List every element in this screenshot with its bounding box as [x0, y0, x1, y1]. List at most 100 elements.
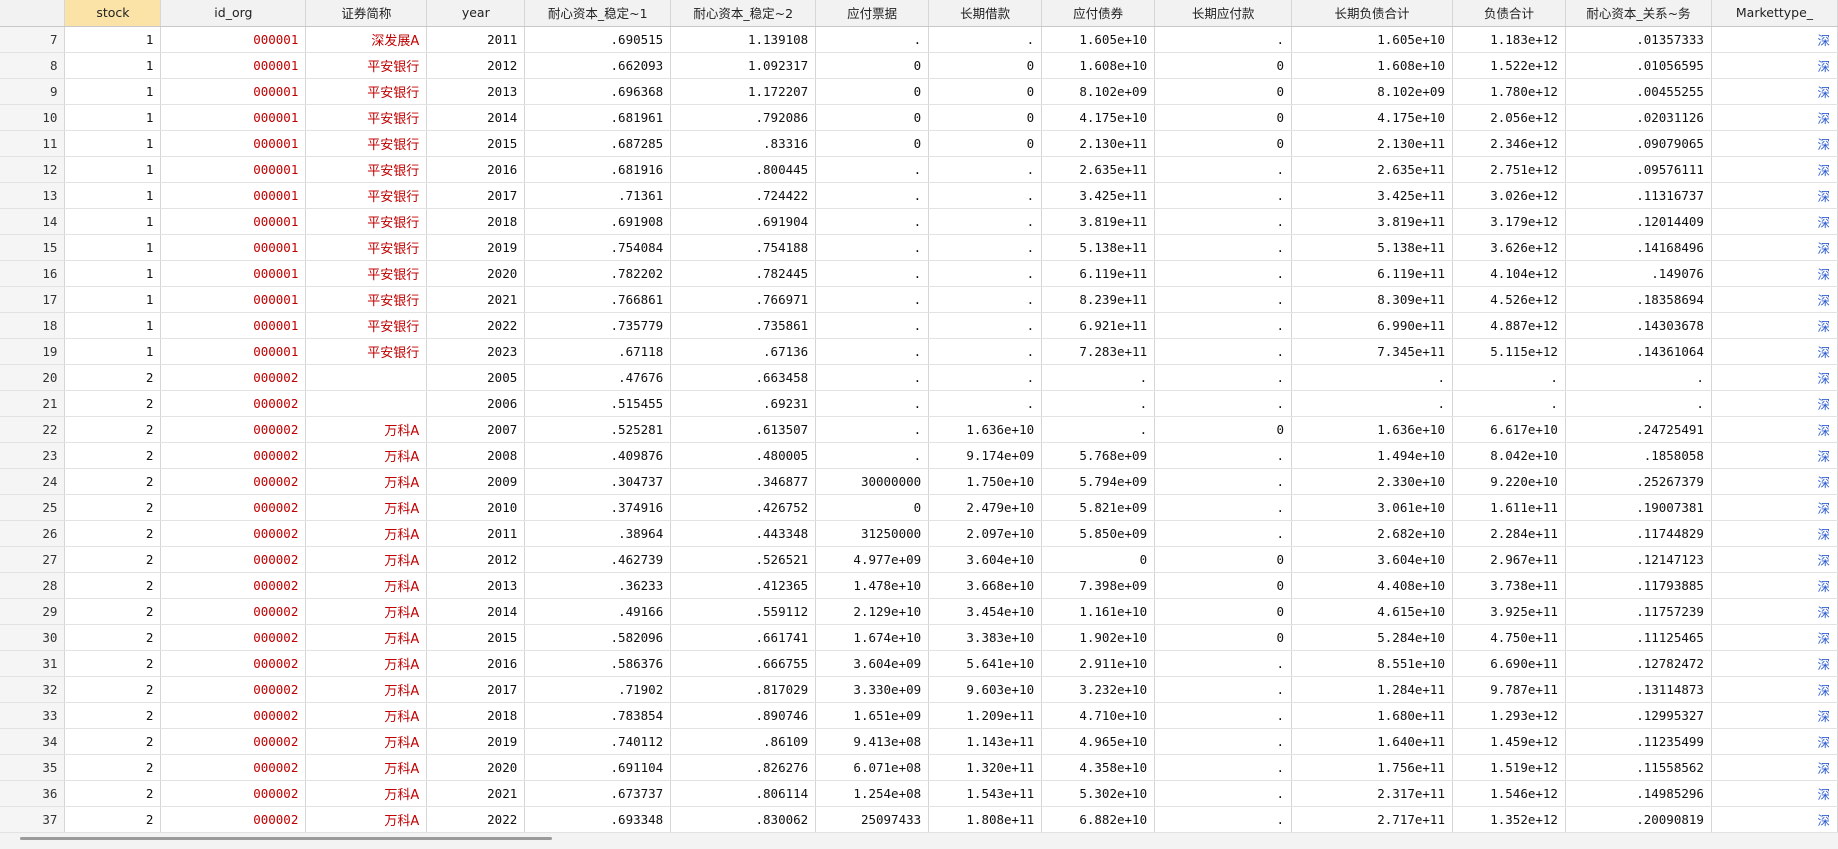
table-row[interactable]: 19 1 000001 平安银行 2023.67118.67136.. 7.283e+11… — [0, 338, 1838, 365]
table-row[interactable]: 10 1 000001 平安银行 2014.681961.792086 0 0 4.175e+… — [0, 104, 1838, 131]
stable-2-cell[interactable]: .800445 — [670, 156, 817, 183]
stable-2-cell[interactable]: .890746 — [670, 702, 817, 729]
relation-cell[interactable]: .19007381 — [1565, 494, 1712, 521]
relation-cell[interactable]: .11793885 — [1565, 572, 1712, 599]
relation-cell[interactable]: .149076 — [1565, 260, 1712, 287]
long-term-payables-cell[interactable]: . — [1154, 442, 1293, 469]
markettype-cell[interactable]: 深 — [1711, 728, 1838, 755]
notes-payable-cell[interactable]: 31250000 — [815, 520, 930, 547]
stock-cell[interactable]: 2 — [64, 546, 162, 573]
long-term-payables-cell[interactable]: . — [1154, 364, 1293, 391]
id-org-cell[interactable]: 000002 — [160, 624, 307, 651]
row-number-cell[interactable]: 8 — [0, 52, 66, 79]
year-cell[interactable]: 2011 — [426, 520, 526, 547]
bonds-payable-cell[interactable]: 7.398e+09 — [1041, 572, 1156, 599]
table-row[interactable]: 24 2 000002 万科A 2009.304737.346877 30000000 1.… — [0, 468, 1838, 495]
relation-cell[interactable]: .12014409 — [1565, 208, 1712, 235]
total-liabilities-cell[interactable]: 9.220e+10 — [1452, 468, 1566, 495]
total-long-term-liabilities-cell[interactable]: 3.819e+11 — [1291, 208, 1453, 235]
security-name-cell[interactable]: 万科A — [305, 624, 428, 651]
relation-cell[interactable]: .01357333 — [1565, 26, 1712, 53]
long-term-payables-cell[interactable]: . — [1154, 806, 1293, 833]
stable-2-cell[interactable]: .86109 — [670, 728, 817, 755]
id-org-cell[interactable]: 000001 — [160, 286, 307, 313]
stock-cell[interactable]: 2 — [64, 702, 162, 729]
long-term-loans-cell[interactable]: 1.750e+10 — [928, 468, 1043, 495]
stable-1-cell[interactable]: .71361 — [524, 182, 672, 209]
year-cell[interactable]: 2016 — [426, 650, 526, 677]
relation-cell[interactable]: . — [1565, 364, 1712, 391]
stable-1-cell[interactable]: .586376 — [524, 650, 672, 677]
total-liabilities-cell[interactable]: 4.104e+12 — [1452, 260, 1566, 287]
stable-2-cell[interactable]: .666755 — [670, 650, 817, 677]
security-name-cell[interactable]: 万科A — [305, 728, 428, 755]
id-org-cell[interactable]: 000002 — [160, 494, 307, 521]
long-term-loans-cell[interactable]: . — [928, 156, 1043, 183]
relation-cell[interactable]: .12147123 — [1565, 546, 1712, 573]
long-term-payables-cell[interactable]: . — [1154, 390, 1293, 417]
total-long-term-liabilities-cell[interactable]: 4.175e+10 — [1291, 104, 1453, 131]
notes-payable-cell[interactable]: . — [815, 338, 930, 365]
long-term-payables-cell[interactable]: . — [1154, 26, 1293, 53]
long-term-loans-cell[interactable]: 1.143e+11 — [928, 728, 1043, 755]
id-org-cell[interactable]: 000001 — [160, 26, 307, 53]
bonds-payable-cell[interactable]: 3.425e+11 — [1041, 182, 1156, 209]
id-org-cell[interactable]: 000002 — [160, 754, 307, 781]
security-name-cell[interactable]: 万科A — [305, 598, 428, 625]
total-liabilities-cell[interactable]: 3.738e+11 — [1452, 572, 1566, 599]
year-cell[interactable]: 2017 — [426, 182, 526, 209]
long-term-loans-cell[interactable]: 0 — [928, 104, 1043, 131]
stable-2-cell[interactable]: .817029 — [670, 676, 817, 703]
total-liabilities-cell[interactable]: 6.617e+10 — [1452, 416, 1566, 443]
stable-1-cell[interactable]: .740112 — [524, 728, 672, 755]
stable-2-cell[interactable]: .792086 — [670, 104, 817, 131]
row-number-cell[interactable]: 15 — [0, 234, 66, 261]
stable-1-cell[interactable]: .766861 — [524, 286, 672, 313]
markettype-cell[interactable]: 深 — [1711, 338, 1838, 365]
id-org-cell[interactable]: 000002 — [160, 364, 307, 391]
bonds-payable-cell[interactable]: 7.283e+11 — [1041, 338, 1156, 365]
stock-cell[interactable]: 1 — [64, 52, 162, 79]
total-long-term-liabilities-cell[interactable]: 1.680e+11 — [1291, 702, 1453, 729]
bonds-payable-cell[interactable]: . — [1041, 390, 1156, 417]
stable-1-cell[interactable]: .47676 — [524, 364, 672, 391]
table-row[interactable]: 37 2 000002 万科A 2022.693348.830062 25097433 1.… — [0, 806, 1838, 833]
stable-2-cell[interactable]: .735861 — [670, 312, 817, 339]
bonds-payable-cell[interactable]: 2.911e+10 — [1041, 650, 1156, 677]
header-cell-bonds-payable[interactable]: 应付债券 — [1041, 0, 1156, 27]
total-long-term-liabilities-cell[interactable]: 1.605e+10 — [1291, 26, 1453, 53]
total-liabilities-cell[interactable]: 1.519e+12 — [1452, 754, 1566, 781]
notes-payable-cell[interactable]: . — [815, 364, 930, 391]
bonds-payable-cell[interactable]: 6.921e+11 — [1041, 312, 1156, 339]
relation-cell[interactable]: .14361064 — [1565, 338, 1712, 365]
row-number-cell[interactable]: 24 — [0, 468, 66, 495]
total-long-term-liabilities-cell[interactable]: 1.756e+11 — [1291, 754, 1453, 781]
bonds-payable-cell[interactable]: 0 — [1041, 546, 1156, 573]
total-long-term-liabilities-cell[interactable]: 1.284e+11 — [1291, 676, 1453, 703]
security-name-cell[interactable]: 万科A — [305, 780, 428, 807]
notes-payable-cell[interactable]: 3.604e+09 — [815, 650, 930, 677]
row-number-cell[interactable]: 32 — [0, 676, 66, 703]
id-org-cell[interactable]: 000001 — [160, 312, 307, 339]
markettype-cell[interactable]: 深 — [1711, 286, 1838, 313]
row-number-cell[interactable]: 16 — [0, 260, 66, 287]
year-cell[interactable]: 2023 — [426, 338, 526, 365]
stock-cell[interactable]: 2 — [64, 494, 162, 521]
stable-2-cell[interactable]: .67136 — [670, 338, 817, 365]
notes-payable-cell[interactable]: . — [815, 182, 930, 209]
id-org-cell[interactable]: 000002 — [160, 468, 307, 495]
total-long-term-liabilities-cell[interactable]: 2.130e+11 — [1291, 130, 1453, 157]
notes-payable-cell[interactable]: 1.478e+10 — [815, 572, 930, 599]
stock-cell[interactable]: 2 — [64, 598, 162, 625]
total-long-term-liabilities-cell[interactable]: 6.990e+11 — [1291, 312, 1453, 339]
table-row[interactable]: 14 1 000001 平安银行 2018.691908.691904.. 3.819e+… — [0, 208, 1838, 235]
row-number-cell[interactable]: 34 — [0, 728, 66, 755]
table-row[interactable]: 9 1 000001 平安银行 2013.696368 1.172207 0 0 8.102e+… — [0, 78, 1838, 105]
id-org-cell[interactable]: 000002 — [160, 806, 307, 833]
total-liabilities-cell[interactable]: 1.352e+12 — [1452, 806, 1566, 833]
notes-payable-cell[interactable]: 30000000 — [815, 468, 930, 495]
stable-2-cell[interactable]: .412365 — [670, 572, 817, 599]
stable-2-cell[interactable]: 1.092317 — [670, 52, 817, 79]
notes-payable-cell[interactable]: . — [815, 26, 930, 53]
bonds-payable-cell[interactable]: 1.902e+10 — [1041, 624, 1156, 651]
